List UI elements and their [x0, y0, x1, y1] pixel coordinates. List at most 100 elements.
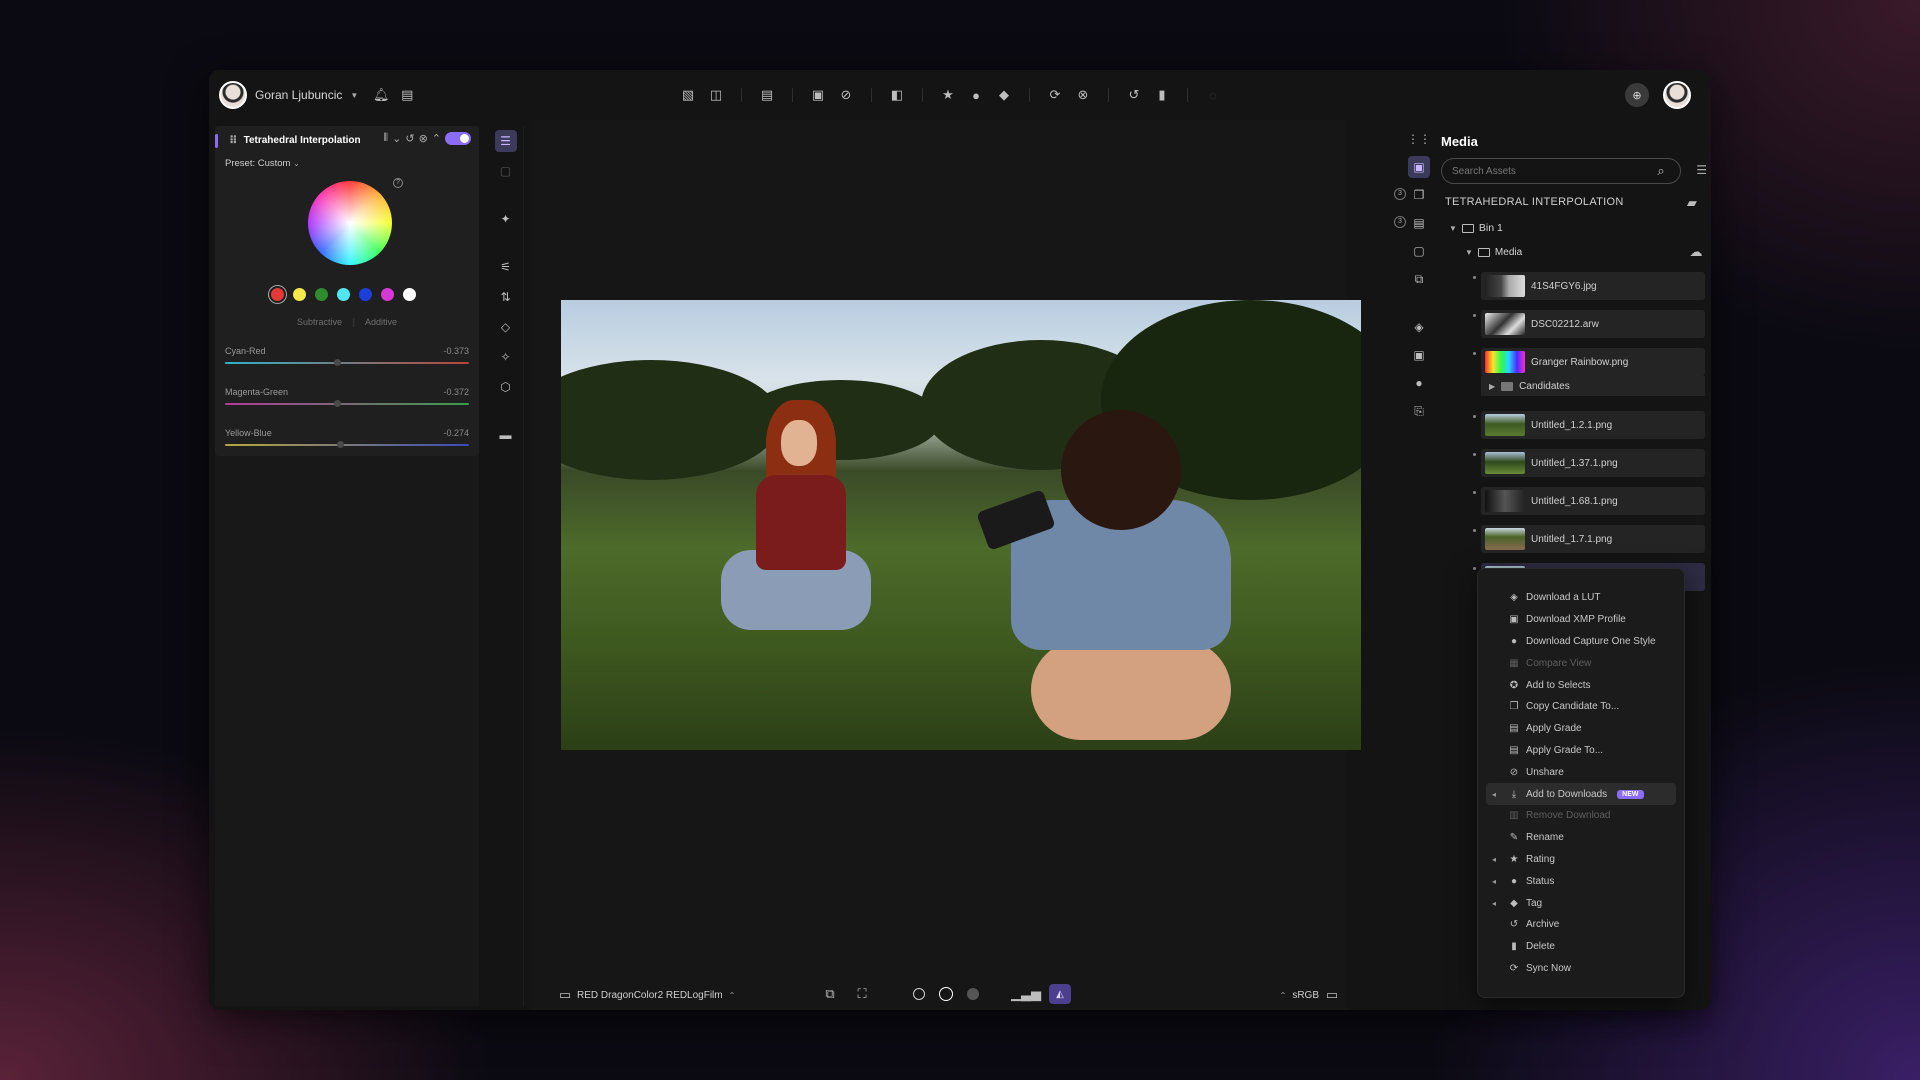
candidates-folder-row[interactable]: ▶ Candidates	[1481, 376, 1705, 396]
media-library-icon[interactable]: ▣	[1408, 156, 1430, 178]
status-dot-icon[interactable]: ●	[967, 86, 985, 104]
color-swatch[interactable]	[293, 288, 306, 301]
color-swatch[interactable]	[403, 288, 416, 301]
gallery-icon[interactable]: ▤	[758, 86, 776, 104]
bg-black-icon[interactable]	[913, 988, 925, 1000]
chat-icon[interactable]: ▢	[1408, 240, 1430, 262]
enable-toggle[interactable]	[445, 132, 471, 145]
drag-handle-icon[interactable]: ⠿	[229, 134, 238, 147]
notes-icon[interactable]: ▤	[398, 86, 416, 104]
search-icon[interactable]: ⌕	[1652, 162, 1670, 180]
comment-add-icon[interactable]: ▣	[809, 86, 827, 104]
menu-item[interactable]: ◂ ★ Rating	[1486, 849, 1676, 871]
slider-knob[interactable]	[334, 400, 342, 407]
magic-wand-icon[interactable]: ✦	[495, 208, 517, 230]
tag-icon[interactable]: ◆	[995, 86, 1013, 104]
account-avatar[interactable]	[1663, 81, 1691, 109]
user-menu[interactable]: Goran Ljubuncic ▼ 🔔︎ ▤	[219, 81, 416, 109]
chevron-down-icon[interactable]: ▼	[1449, 224, 1457, 233]
search-input[interactable]	[1452, 165, 1642, 177]
shape-icon[interactable]: ◇	[495, 316, 517, 338]
close-circle-icon[interactable]: ⊗	[419, 132, 428, 145]
star-icon[interactable]: ★	[939, 86, 957, 104]
slider-track[interactable]	[225, 441, 469, 448]
capture-one-icon[interactable]: ●	[1408, 372, 1430, 394]
card-title[interactable]: ⠿ Tetrahedral Interpolation	[229, 134, 361, 147]
copies-icon[interactable]: ❐ 3	[1394, 184, 1430, 206]
xmp-icon[interactable]: ▣	[1408, 344, 1430, 366]
cloud-upload-icon[interactable]: ☁	[1687, 243, 1705, 261]
color-swatch[interactable]	[271, 288, 284, 301]
filmstrip-icon[interactable]: ▤ 3	[1394, 212, 1430, 234]
color-swatch[interactable]	[381, 288, 394, 301]
slider-value[interactable]: -0.274	[443, 428, 469, 438]
main-photo[interactable]	[561, 300, 1361, 750]
asset-row[interactable]: Untitled_1.2.1.png	[1481, 411, 1705, 439]
asset-row[interactable]: Untitled_1.7.1.png	[1481, 525, 1705, 553]
media-folder-row[interactable]: ▼ Media ☁	[1465, 243, 1705, 261]
export-file-icon[interactable]: ⎘	[1408, 400, 1430, 422]
menu-item[interactable]: ◂ ⤓ Add to Downloads NEW	[1486, 783, 1676, 805]
asset-row[interactable]: Untitled_1.68.1.png	[1481, 487, 1705, 515]
search-field[interactable]: ⌕	[1441, 158, 1681, 184]
filter-icon[interactable]: ☰	[1696, 163, 1707, 177]
menu-item[interactable]: ◂ ● Status	[1486, 870, 1676, 892]
menu-item[interactable]: ▤ Apply Grade To...	[1486, 740, 1676, 762]
bg-white-icon[interactable]	[939, 987, 953, 1001]
help-icon[interactable]: ?	[393, 178, 403, 188]
sort-icon[interactable]: ⇅	[495, 286, 517, 308]
unshare-icon[interactable]: ⊘	[837, 86, 855, 104]
bg-gray-icon[interactable]	[967, 988, 979, 1000]
add-image-icon[interactable]: ▧	[679, 86, 697, 104]
slider-track[interactable]	[225, 400, 469, 407]
menu-item[interactable]: ▮ Delete	[1486, 936, 1676, 958]
color-swatch[interactable]	[359, 288, 372, 301]
user-name[interactable]: Goran Ljubuncic	[255, 88, 342, 102]
color-swatch[interactable]	[337, 288, 350, 301]
panel-icon[interactable]: ▬	[495, 424, 517, 446]
bell-icon[interactable]: 🔔︎	[372, 86, 390, 104]
menu-item[interactable]: ● Download Capture One Style	[1486, 631, 1676, 653]
sync-off-icon[interactable]: ⊗	[1074, 86, 1092, 104]
slider-knob[interactable]	[334, 359, 342, 366]
scopes-icon[interactable]: ◭	[1049, 984, 1071, 1004]
color-swatch[interactable]	[315, 288, 328, 301]
color-wheel[interactable]	[308, 181, 392, 265]
sliders-icon[interactable]: ⚟	[495, 256, 517, 278]
bin-row[interactable]: ▼ Bin 1	[1449, 222, 1503, 234]
sync-icon[interactable]: ⟳	[1046, 86, 1064, 104]
slider-value[interactable]: -0.372	[443, 387, 469, 397]
trash-icon[interactable]: ▮	[1153, 86, 1171, 104]
cube-icon[interactable]: ⬡	[495, 376, 517, 398]
histogram-icon[interactable]: ▁▃▅	[1011, 985, 1041, 1003]
menu-item[interactable]: ▣ Download XMP Profile	[1486, 609, 1676, 631]
fit-icon[interactable]: ⧉	[821, 985, 839, 1003]
slider-knob[interactable]	[336, 441, 344, 448]
user-avatar[interactable]	[219, 81, 247, 109]
adjustments-tool-icon[interactable]: ☰	[494, 130, 517, 152]
subtractive-mode[interactable]: Subtractive	[297, 317, 342, 327]
menu-item[interactable]: ◈ Download a LUT	[1486, 587, 1676, 609]
menu-item[interactable]: ↺ Archive	[1486, 914, 1676, 936]
menu-item[interactable]: ✎ Rename	[1486, 827, 1676, 849]
lut-icon[interactable]: ◈	[1408, 316, 1430, 338]
asset-row[interactable]: DSC02212.arw	[1481, 310, 1705, 338]
chevron-right-icon[interactable]: ▶	[1489, 382, 1495, 391]
compare-icon[interactable]: ◧	[888, 86, 906, 104]
collapse-icon[interactable]: ⌃	[432, 132, 441, 145]
add-user-icon[interactable]: ⊕	[1625, 83, 1649, 107]
sparkle-icon[interactable]: ✧	[495, 346, 517, 368]
slider-track[interactable]	[225, 359, 469, 366]
layers-tool-icon[interactable]: ▢	[495, 160, 517, 182]
menu-item[interactable]: ▤ Apply Grade	[1486, 718, 1676, 740]
color-space-selector[interactable]: ⌃ sRGB ▭	[1280, 986, 1339, 1004]
new-folder-icon[interactable]: ▰	[1683, 194, 1701, 212]
menu-item[interactable]: ⟳ Sync Now	[1486, 958, 1676, 980]
slider-value[interactable]: -0.373	[443, 346, 469, 356]
chevron-down-icon[interactable]: ▼	[1465, 248, 1473, 257]
preset-dropdown[interactable]: Preset: Custom ⌄	[225, 158, 300, 169]
undo-icon[interactable]: ↺	[1125, 86, 1143, 104]
asset-row[interactable]: Granger Rainbow.png	[1481, 348, 1705, 376]
caret-down-icon[interactable]: ▼	[350, 91, 358, 100]
additive-mode[interactable]: Additive	[365, 317, 397, 327]
